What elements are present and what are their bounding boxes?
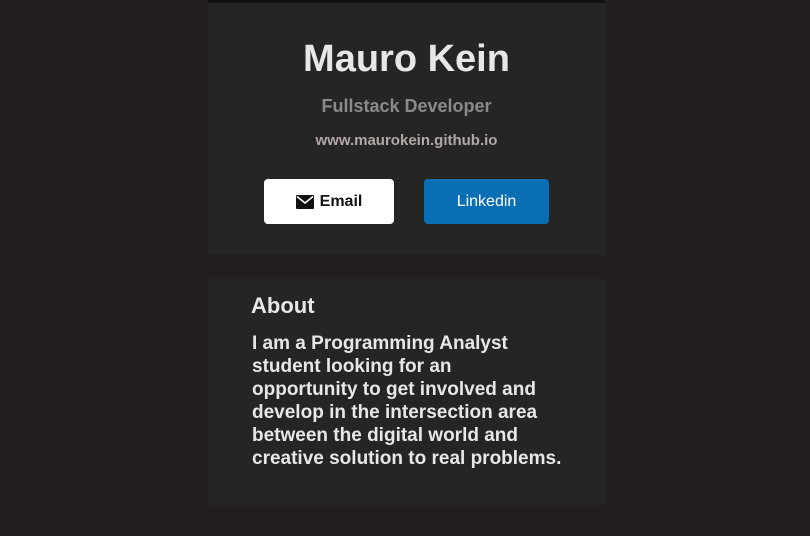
about-heading: About <box>251 293 315 318</box>
page: Mauro Kein Fullstack Developer www.mauro… <box>0 0 810 536</box>
profile-header-card: Mauro Kein Fullstack Developer www.mauro… <box>208 3 605 255</box>
website-link[interactable]: www.maurokein.github.io <box>208 131 605 151</box>
linkedin-button[interactable]: Linkedin <box>424 179 549 224</box>
linkedin-button-label: Linkedin <box>456 192 517 210</box>
profile-role: Fullstack Developer <box>321 96 492 116</box>
envelope-icon <box>295 194 314 209</box>
profile-name: Mauro Kein <box>303 38 510 80</box>
email-button[interactable]: Email <box>264 179 394 224</box>
about-card: About I am a Programming Analyst student… <box>208 279 605 505</box>
email-button-label: Email <box>319 192 363 210</box>
about-text: I am a Programming Analyst student looki… <box>252 333 562 469</box>
